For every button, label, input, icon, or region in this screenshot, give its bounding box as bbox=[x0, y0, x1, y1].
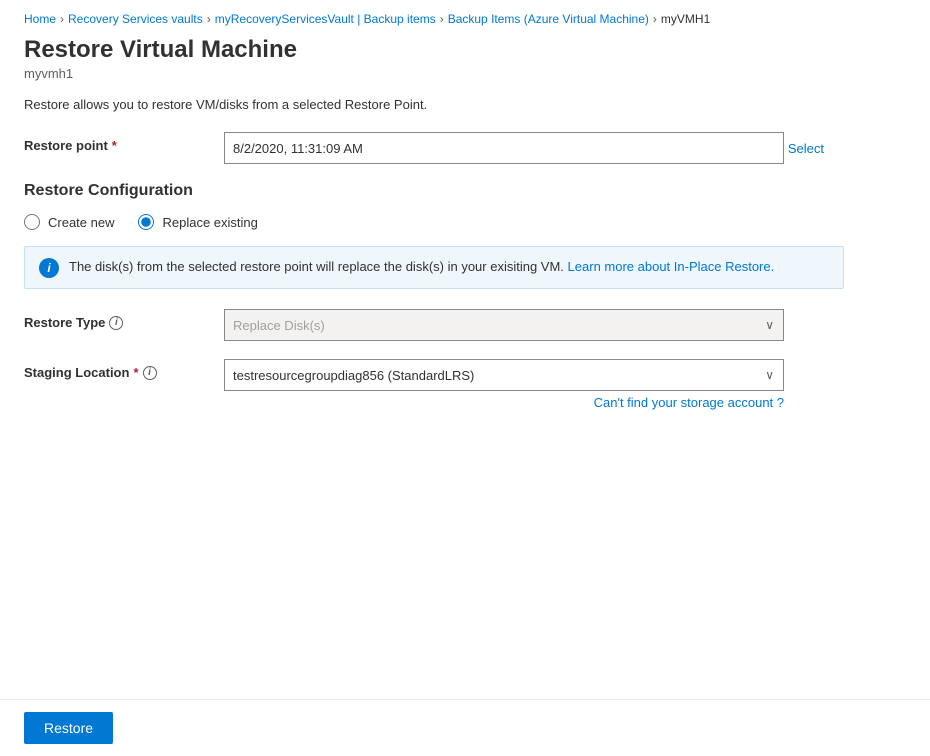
restore-point-select-link[interactable]: Select bbox=[788, 141, 824, 156]
create-new-label: Create new bbox=[48, 215, 114, 230]
breadcrumb-sep-3: › bbox=[440, 12, 444, 26]
restore-type-row: Restore Type i ∨ bbox=[24, 309, 884, 341]
staging-location-control: ∨ Can't find your storage account ? bbox=[224, 359, 884, 410]
breadcrumb-vault-backup[interactable]: myRecoveryServicesVault | Backup items bbox=[215, 12, 436, 26]
create-new-radio-label[interactable]: Create new bbox=[24, 214, 114, 230]
restore-button[interactable]: Restore bbox=[24, 712, 113, 744]
breadcrumb-vm-name: myVMH1 bbox=[661, 12, 710, 26]
page-title: Restore Virtual Machine bbox=[24, 36, 906, 64]
restore-type-info-icon[interactable]: i bbox=[109, 316, 123, 330]
breadcrumb-sep-4: › bbox=[653, 12, 657, 26]
info-box-text: The disk(s) from the selected restore po… bbox=[69, 257, 774, 277]
info-circle-icon: i bbox=[39, 258, 59, 278]
replace-existing-radio[interactable] bbox=[138, 214, 154, 230]
restore-point-label: Restore point * bbox=[24, 132, 224, 153]
staging-location-label: Staging Location * i bbox=[24, 359, 224, 380]
staging-location-row: Staging Location * i ∨ Can't find your s… bbox=[24, 359, 884, 410]
page-subtitle: myvmh1 bbox=[24, 66, 906, 81]
restore-point-required: * bbox=[112, 138, 117, 153]
breadcrumb-sep-2: › bbox=[207, 12, 211, 26]
restore-type-input bbox=[224, 309, 784, 341]
create-new-radio[interactable] bbox=[24, 214, 40, 230]
footer: Restore bbox=[0, 699, 930, 756]
restore-point-control: Select bbox=[224, 132, 884, 164]
replace-existing-radio-label[interactable]: Replace existing bbox=[138, 214, 257, 230]
breadcrumb-home[interactable]: Home bbox=[24, 12, 56, 26]
staging-location-dropdown-wrapper: ∨ bbox=[224, 359, 784, 391]
restore-type-control: ∨ bbox=[224, 309, 884, 341]
staging-location-input[interactable] bbox=[224, 359, 784, 391]
staging-location-info-icon[interactable]: i bbox=[143, 366, 157, 380]
in-place-restore-link[interactable]: Learn more about In-Place Restore. bbox=[568, 259, 775, 274]
restore-point-row: Restore point * Select bbox=[24, 132, 884, 164]
restore-type-dropdown-wrapper: ∨ bbox=[224, 309, 784, 341]
restore-config-radio-group: Create new Replace existing bbox=[24, 214, 884, 230]
info-box: i The disk(s) from the selected restore … bbox=[24, 246, 844, 289]
replace-existing-label: Replace existing bbox=[162, 215, 257, 230]
page-description: Restore allows you to restore VM/disks f… bbox=[24, 97, 906, 112]
breadcrumb-backup-items[interactable]: Backup Items (Azure Virtual Machine) bbox=[448, 12, 649, 26]
breadcrumb-sep-1: › bbox=[60, 12, 64, 26]
breadcrumb-recovery-vaults[interactable]: Recovery Services vaults bbox=[68, 12, 203, 26]
form-section: Restore point * Select Restore Configura… bbox=[24, 132, 884, 410]
content-area: Home › Recovery Services vaults › myReco… bbox=[0, 0, 930, 699]
restore-point-input[interactable] bbox=[224, 132, 784, 164]
cant-find-storage-link[interactable]: Can't find your storage account ? bbox=[224, 395, 784, 410]
page-wrapper: Home › Recovery Services vaults › myReco… bbox=[0, 0, 930, 756]
restore-type-label: Restore Type i bbox=[24, 309, 224, 330]
staging-location-required: * bbox=[133, 365, 138, 380]
breadcrumb: Home › Recovery Services vaults › myReco… bbox=[24, 12, 906, 26]
restore-config-title: Restore Configuration bbox=[24, 182, 884, 200]
